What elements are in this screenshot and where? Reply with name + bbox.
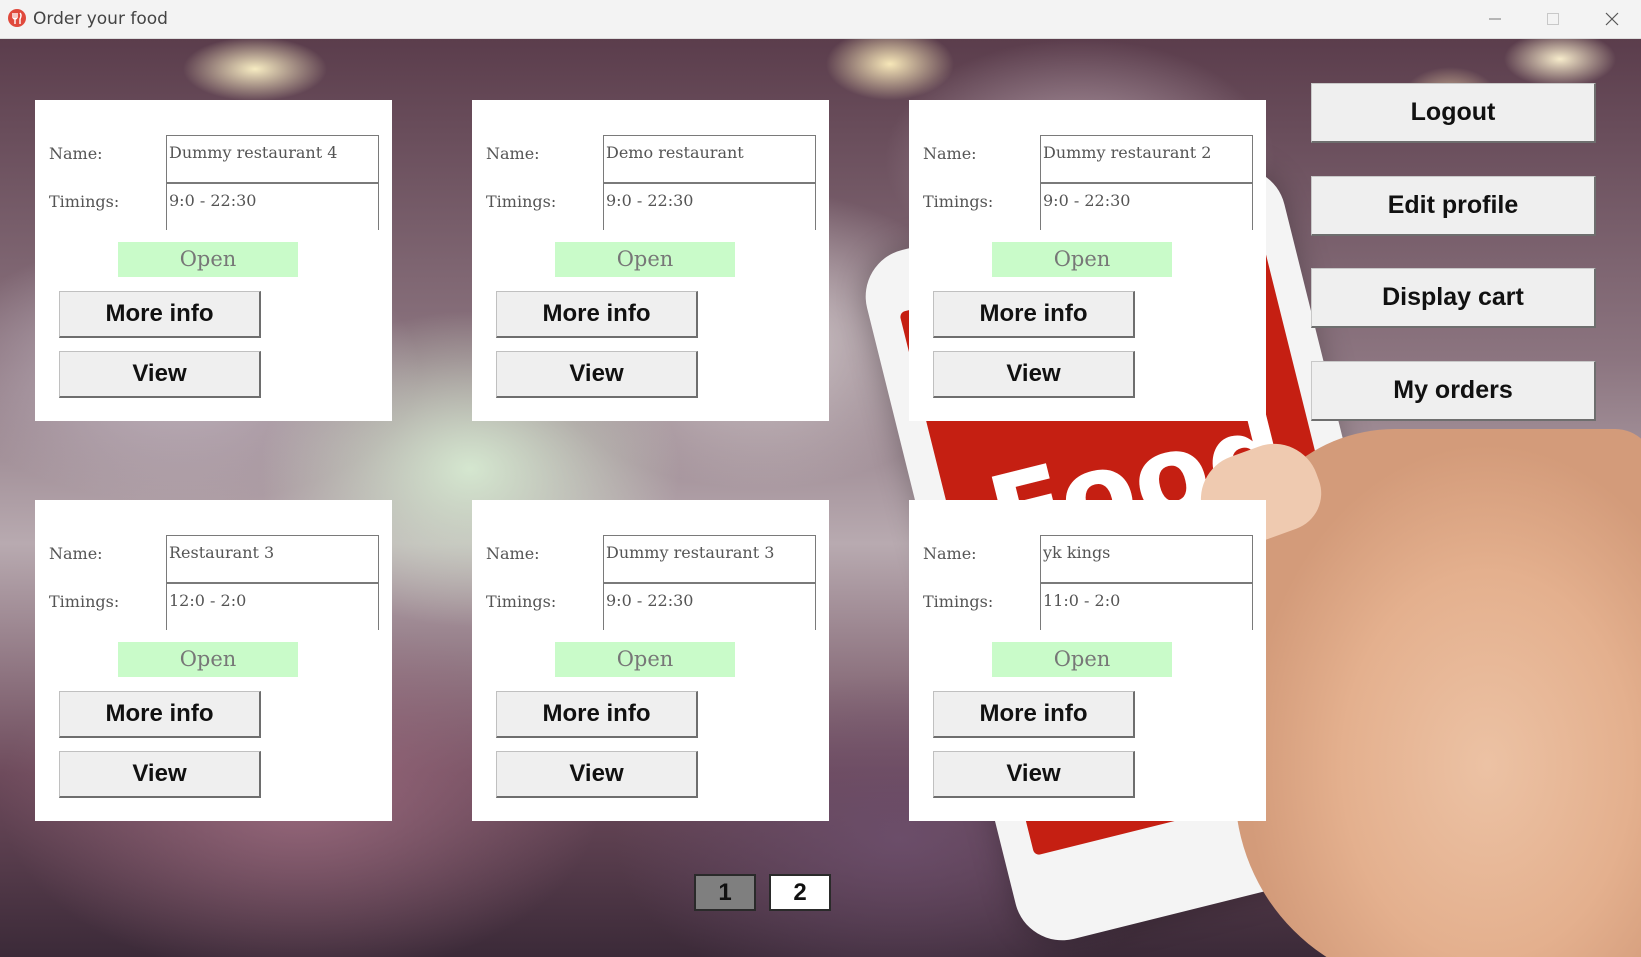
restaurant-timings-field: 9:0 - 22:30	[603, 583, 816, 630]
restaurant-timings-field: 11:0 - 2:0	[1040, 583, 1253, 630]
minimize-icon[interactable]	[1466, 0, 1524, 38]
name-label: Name:	[49, 544, 103, 563]
page-2-button[interactable]: 2	[769, 874, 831, 911]
close-icon[interactable]	[1583, 0, 1641, 38]
more-info-button[interactable]: More info	[59, 691, 261, 738]
timings-label: Timings:	[923, 592, 994, 611]
more-info-button[interactable]: More info	[933, 291, 1135, 338]
app-logo-icon	[7, 8, 27, 28]
restaurant-name-field: Restaurant 3	[166, 535, 379, 583]
display-cart-button[interactable]: Display cart	[1311, 268, 1596, 328]
status-badge: Open	[555, 242, 735, 277]
name-label: Name:	[49, 144, 103, 163]
restaurant-card: Name: Timings: Restaurant 3 12:0 - 2:0 O…	[35, 500, 392, 821]
restaurant-name-field: Dummy restaurant 4	[166, 135, 379, 183]
status-badge: Open	[992, 642, 1172, 677]
my-orders-button[interactable]: My orders	[1311, 361, 1596, 421]
view-button[interactable]: View	[59, 351, 261, 398]
view-button[interactable]: View	[933, 351, 1135, 398]
name-label: Name:	[486, 544, 540, 563]
name-label: Name:	[923, 144, 977, 163]
view-button[interactable]: View	[933, 751, 1135, 798]
status-badge: Open	[118, 642, 298, 677]
status-badge: Open	[555, 642, 735, 677]
more-info-button[interactable]: More info	[59, 291, 261, 338]
restaurant-name-field: Demo restaurant	[603, 135, 816, 183]
page-1-button[interactable]: 1	[694, 874, 756, 911]
timings-label: Timings:	[486, 192, 557, 211]
restaurant-name-field: Dummy restaurant 3	[603, 535, 816, 583]
restaurant-timings-field: 9:0 - 22:30	[603, 183, 816, 230]
restaurant-card: Name: Timings: Dummy restaurant 2 9:0 - …	[909, 100, 1266, 421]
timings-label: Timings:	[49, 592, 120, 611]
logout-button[interactable]: Logout	[1311, 83, 1596, 143]
view-button[interactable]: View	[496, 351, 698, 398]
maximize-icon[interactable]	[1524, 0, 1582, 38]
restaurant-timings-field: 9:0 - 22:30	[166, 183, 379, 230]
window-title: Order your food	[33, 9, 168, 29]
more-info-button[interactable]: More info	[496, 291, 698, 338]
status-badge: Open	[118, 242, 298, 277]
restaurant-timings-field: 12:0 - 2:0	[166, 583, 379, 630]
more-info-button[interactable]: More info	[933, 691, 1135, 738]
view-button[interactable]: View	[59, 751, 261, 798]
restaurant-name-field: yk kings	[1040, 535, 1253, 583]
timings-label: Timings:	[49, 192, 120, 211]
view-button[interactable]: View	[496, 751, 698, 798]
restaurant-card: Name: Timings: Dummy restaurant 3 9:0 - …	[472, 500, 829, 821]
timings-label: Timings:	[486, 592, 557, 611]
restaurant-card: Name: Timings: Demo restaurant 9:0 - 22:…	[472, 100, 829, 421]
edit-profile-button[interactable]: Edit profile	[1311, 176, 1596, 236]
timings-label: Timings:	[923, 192, 994, 211]
more-info-button[interactable]: More info	[496, 691, 698, 738]
restaurant-card: Name: Timings: yk kings 11:0 - 2:0 Open …	[909, 500, 1266, 821]
name-label: Name:	[923, 544, 977, 563]
restaurant-card: Name: Timings: Dummy restaurant 4 9:0 - …	[35, 100, 392, 421]
title-bar: Order your food	[0, 0, 1641, 39]
restaurant-name-field: Dummy restaurant 2	[1040, 135, 1253, 183]
restaurant-timings-field: 9:0 - 22:30	[1040, 183, 1253, 230]
status-badge: Open	[992, 242, 1172, 277]
name-label: Name:	[486, 144, 540, 163]
